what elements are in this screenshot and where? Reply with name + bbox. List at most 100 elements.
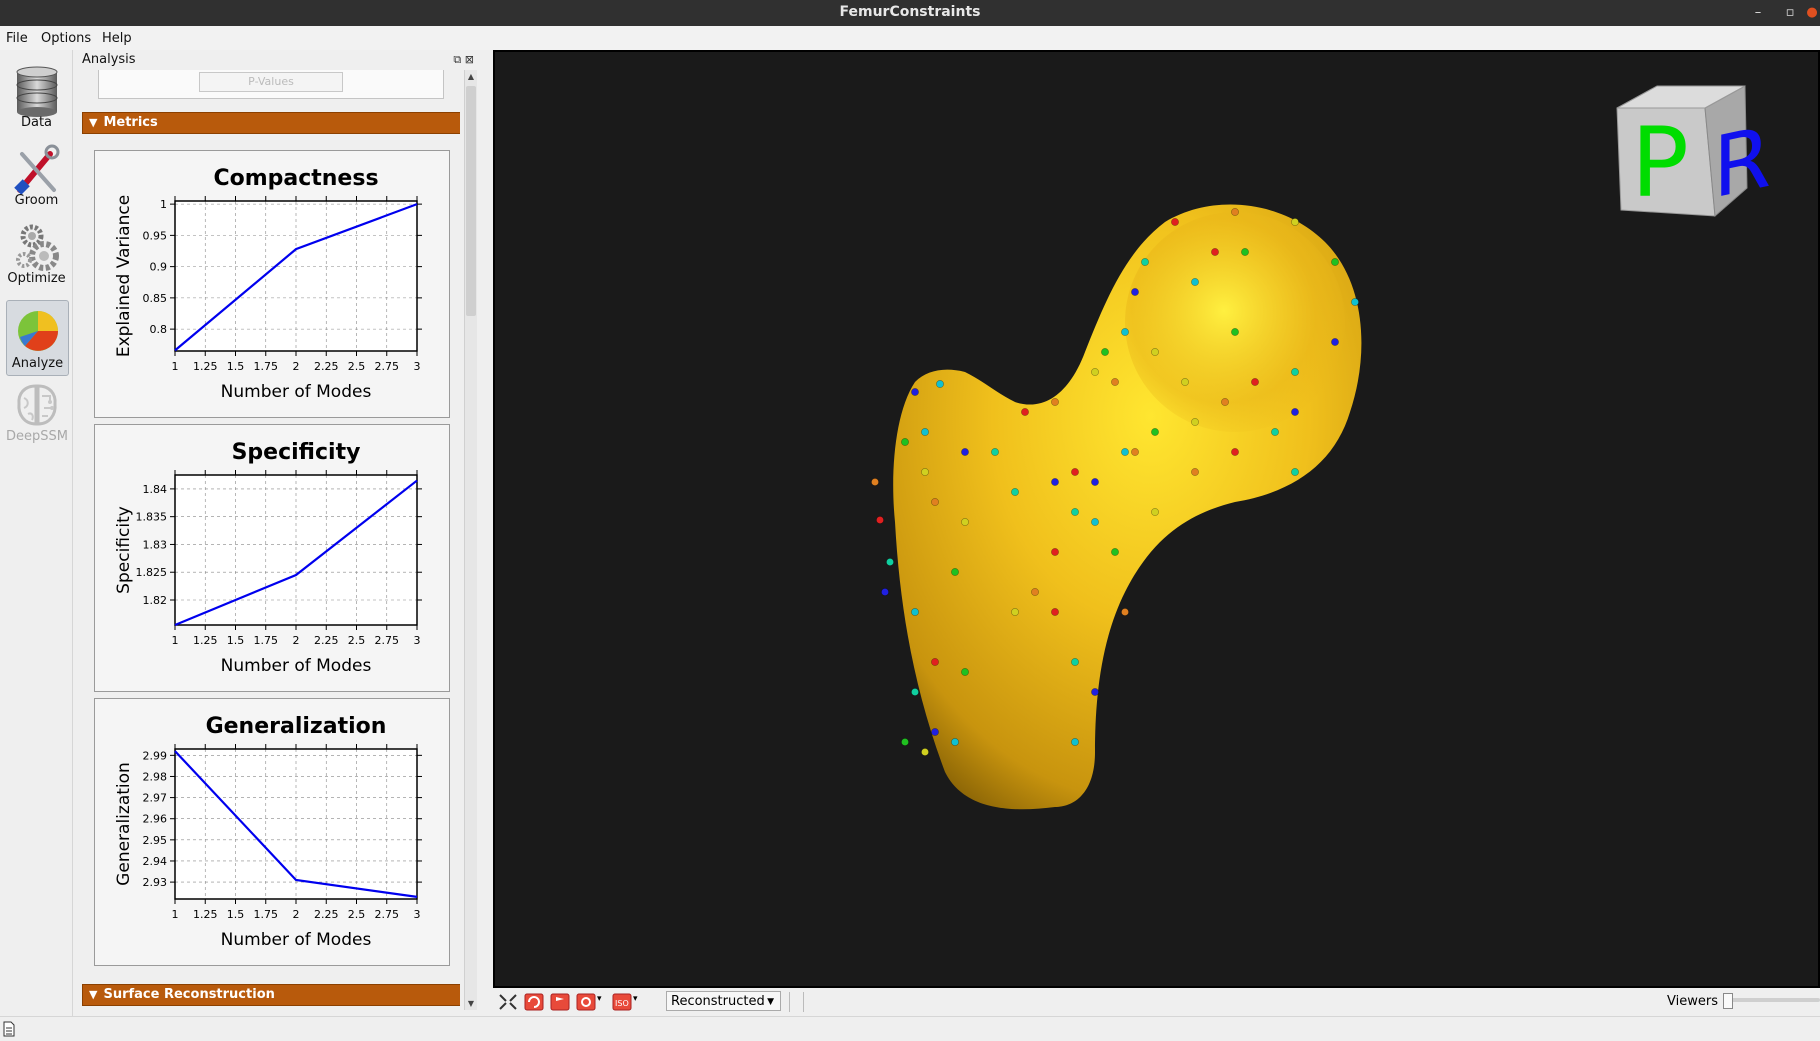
menu-bar: File Options Help	[0, 26, 1820, 50]
tool-deepssm: DeepSSM	[6, 374, 68, 448]
particle	[911, 608, 919, 616]
menu-help[interactable]: Help	[102, 31, 132, 46]
particle	[1191, 278, 1199, 286]
x-tick-label: 1.75	[254, 360, 279, 373]
particle	[921, 468, 929, 476]
dock-float-icon[interactable]: ⧉	[453, 53, 461, 66]
x-tick-label: 1	[172, 634, 179, 647]
separator	[789, 992, 790, 1012]
dock-scrollbar[interactable]: ▲ ▼	[464, 70, 477, 1010]
particle	[1111, 548, 1119, 556]
x-tick-label: 2	[293, 908, 300, 921]
tool-analyze[interactable]: Analyze	[6, 300, 69, 376]
particle	[911, 388, 919, 396]
viewers-slider-handle[interactable]	[1723, 993, 1733, 1009]
particle	[951, 738, 959, 746]
particle	[1231, 448, 1239, 456]
particle	[1221, 398, 1229, 406]
particle	[1021, 408, 1029, 416]
surface-section-title: Surface Reconstruction	[103, 987, 275, 1002]
generalization-chart: Generalization 1 1.25 1.5 1.75 2 2.25 2.5 2.75 3 2…	[94, 698, 450, 966]
viewers-label: Viewers	[1667, 994, 1718, 1009]
particle	[1151, 508, 1159, 516]
particle	[1091, 368, 1099, 376]
dock-buttons: ⧉ ⊠	[453, 53, 474, 67]
particle	[1291, 468, 1299, 476]
particle	[1011, 608, 1019, 616]
particle	[886, 558, 894, 566]
x-tick-label: 2.5	[348, 634, 366, 647]
particle	[1121, 608, 1129, 616]
tool-data[interactable]: Data	[6, 60, 67, 134]
maximize-button[interactable]: ▫	[1778, 2, 1802, 24]
x-tick-label: 1	[172, 360, 179, 373]
3d-viewer[interactable]: P R	[493, 50, 1820, 988]
y-tick-label: 2.94	[143, 855, 168, 868]
compactness-plot: Compactness 1 1.25 1.5 1.75 2 2.25 2.5 2.75 3 0.8 0…	[114, 166, 422, 402]
autofit-icon[interactable]	[497, 992, 519, 1012]
particle	[921, 428, 929, 436]
particle	[1331, 338, 1339, 346]
y-tick-label: 1.825	[136, 566, 168, 579]
log-icon[interactable]	[2, 1021, 16, 1037]
femur-render: P R	[871, 85, 1771, 810]
particle	[951, 568, 959, 576]
reset-view-icon[interactable]	[523, 992, 545, 1012]
module-toolbar: Data Groom Optimize Analyze DeepSSM	[0, 50, 73, 1016]
collapse-triangle-icon: ▼	[89, 116, 98, 129]
dropdown-arrow-icon[interactable]: ▾	[597, 994, 602, 1004]
scroll-up-arrow[interactable]: ▲	[465, 72, 477, 81]
glyphs-visibility-icon[interactable]	[575, 992, 597, 1012]
view-mode-combo[interactable]: Reconstructed ▼	[666, 991, 781, 1011]
x-tick-label: 1.25	[193, 360, 218, 373]
dock-title: Analysis	[82, 52, 136, 67]
y-tick-label: 1	[160, 198, 167, 211]
particle	[1271, 428, 1279, 436]
minimize-button[interactable]: –	[1746, 2, 1770, 24]
y-tick-label: 0.85	[143, 292, 168, 305]
svg-text:ISO: ISO	[615, 999, 629, 1008]
x-tick-label: 3	[414, 908, 421, 921]
iso-surface-icon[interactable]: ISO	[611, 992, 633, 1012]
close-button[interactable]: ●	[1800, 2, 1820, 24]
scrollbar-thumb[interactable]	[466, 86, 476, 316]
compactness-chart: Compactness 1 1.25 1.5 1.75 2 2.25 2.5 2.75 3 0.8 0…	[94, 150, 450, 418]
particle	[881, 588, 889, 596]
y-tick-label: 2.99	[143, 749, 168, 762]
menu-options[interactable]: Options	[41, 31, 91, 46]
x-tick-label: 2.25	[314, 360, 339, 373]
particle	[1131, 448, 1139, 456]
analysis-scroll-area[interactable]: P-Values ▼ Metrics Compactness 1 1.25 1.5 1.7…	[82, 70, 460, 1010]
tool-optimize[interactable]: Optimize	[6, 216, 67, 290]
x-tick-label: 2.5	[348, 908, 366, 921]
particle	[961, 668, 969, 676]
scroll-down-arrow[interactable]: ▼	[465, 999, 477, 1008]
tool-analyze-label: Analyze	[11, 356, 64, 371]
particle	[1101, 348, 1109, 356]
particle	[1091, 688, 1099, 696]
particle	[1351, 298, 1359, 306]
surface-reconstruction-section-header[interactable]: ▼ Surface Reconstruction	[82, 984, 460, 1006]
tool-groom[interactable]: Groom	[6, 138, 67, 212]
pvalues-button[interactable]: P-Values	[199, 72, 343, 92]
metrics-section-header[interactable]: ▼ Metrics	[82, 112, 460, 134]
particle	[1151, 348, 1159, 356]
x-tick-label: 2.75	[375, 360, 400, 373]
particle	[1091, 518, 1099, 526]
x-tick-label: 2.5	[348, 360, 366, 373]
tool-data-label: Data	[20, 115, 53, 130]
particle	[961, 448, 969, 456]
x-tick-label: 2.25	[314, 908, 339, 921]
gears-icon	[16, 224, 59, 271]
dropdown-arrow-icon[interactable]: ▾	[633, 994, 638, 1004]
y-tick-label: 0.95	[143, 229, 168, 242]
particle	[1191, 468, 1199, 476]
particle	[1121, 448, 1129, 456]
particle	[1071, 658, 1079, 666]
landmarks-icon[interactable]	[549, 992, 571, 1012]
dock-close-icon[interactable]: ⊠	[465, 53, 474, 66]
particle	[1231, 328, 1239, 336]
viewers-slider[interactable]	[1723, 993, 1820, 1009]
menu-file[interactable]: File	[6, 31, 28, 46]
analysis-dock: Analysis ⧉ ⊠ P-Values ▼ Metrics Compactne…	[80, 50, 478, 1016]
